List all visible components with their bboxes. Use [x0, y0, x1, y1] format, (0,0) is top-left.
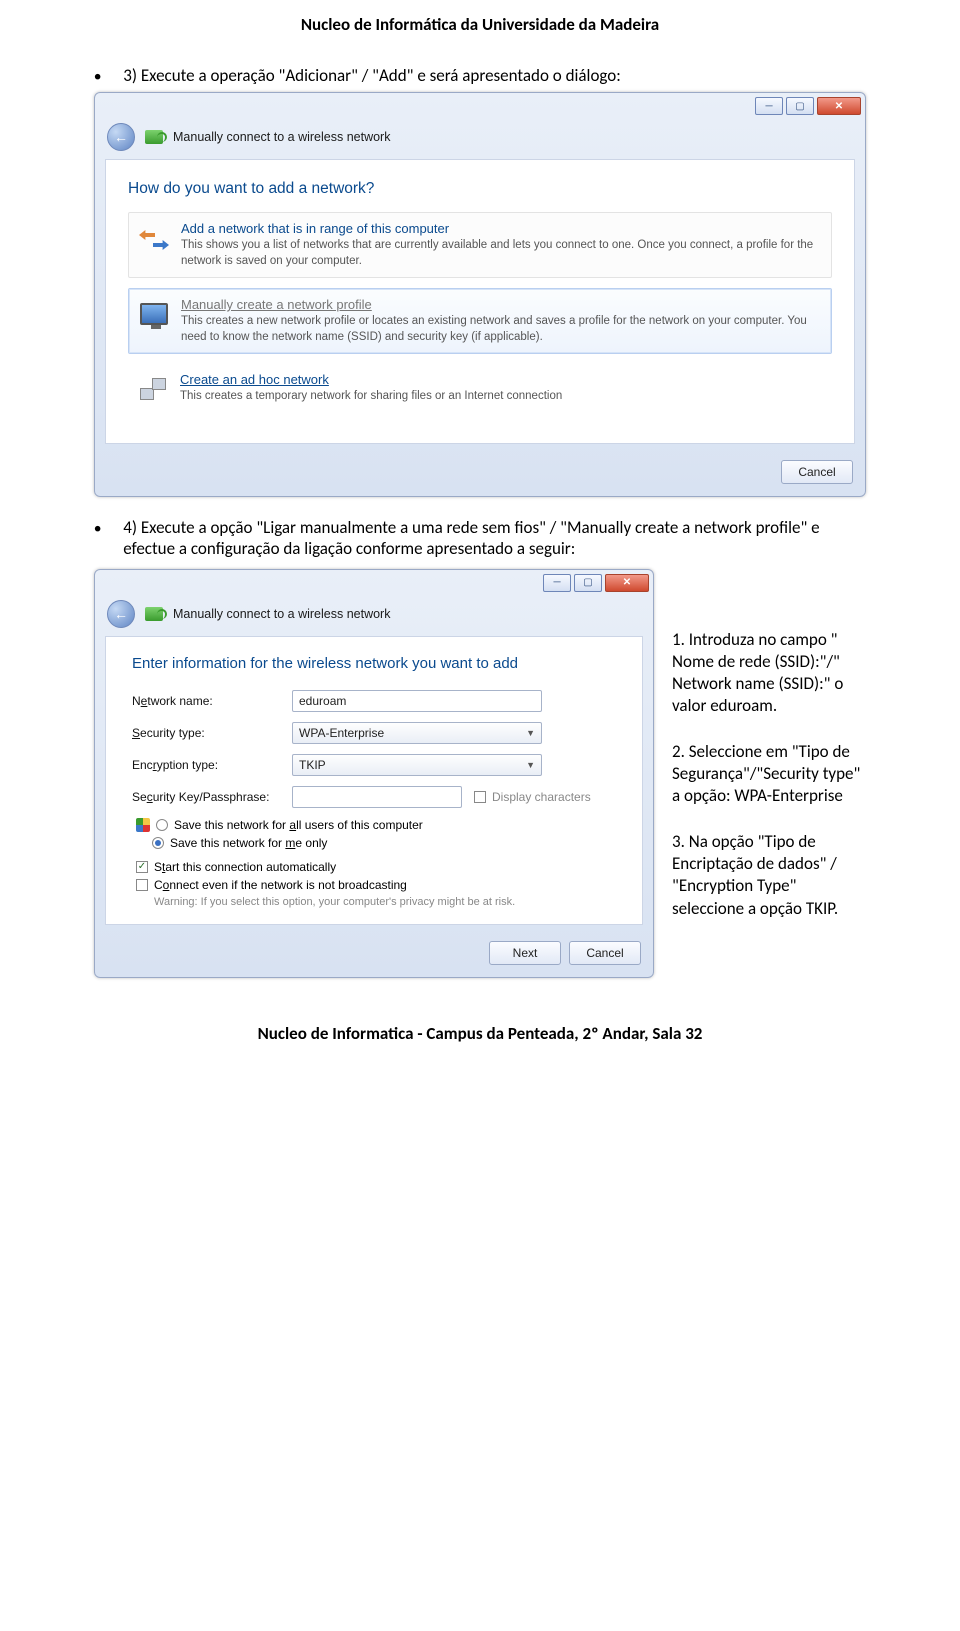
- close-button[interactable]: ✕: [605, 574, 649, 592]
- input-security-key[interactable]: [292, 786, 462, 808]
- label-encryption-type: Encryption type:: [132, 758, 292, 772]
- dialog-add-network: ─ ▢ ✕ ← Manually connect to a wireless n…: [94, 92, 866, 497]
- shell-header: ← Manually connect to a wireless network: [95, 119, 865, 159]
- cancel-button[interactable]: Cancel: [781, 460, 853, 484]
- radio-all-users[interactable]: [156, 819, 168, 831]
- bullet-icon: ●: [94, 522, 101, 536]
- label-all-users: Save this network for all users of this …: [174, 818, 423, 832]
- step4-line: ● 4) Execute a opção "Ligar manualmente …: [94, 517, 866, 559]
- option1-title: Add a network that is in range of this c…: [181, 221, 823, 236]
- instruction-notes: 1. Introduza no campo " Nome de rede (SS…: [672, 565, 866, 944]
- maximize-button[interactable]: ▢: [786, 97, 814, 115]
- dialog-heading: Enter information for the wireless netwo…: [132, 655, 616, 672]
- wireless-icon: [145, 607, 163, 621]
- note-1: 1. Introduza no campo " Nome de rede (SS…: [672, 629, 866, 717]
- wireless-icon: [145, 130, 163, 144]
- step3-text: 3) Execute a operação "Adicionar" / "Add…: [123, 65, 621, 86]
- shell-title: Manually connect to a wireless network: [173, 607, 390, 621]
- option-add-in-range[interactable]: Add a network that is in range of this c…: [128, 212, 832, 278]
- shell-title: Manually connect to a wireless network: [173, 130, 390, 144]
- step3-line: ● 3) Execute a operação "Adicionar" / "A…: [94, 65, 866, 86]
- minimize-button[interactable]: ─: [755, 97, 783, 115]
- chevron-down-icon: ▼: [526, 760, 535, 770]
- option-manual-profile[interactable]: Manually create a network profile This c…: [128, 288, 832, 354]
- option2-desc: This creates a new network profile or lo…: [181, 314, 823, 345]
- next-button[interactable]: Next: [489, 941, 561, 965]
- minimize-button[interactable]: ─: [543, 574, 571, 592]
- radio-me-only[interactable]: [152, 837, 164, 849]
- bullet-icon: ●: [94, 70, 101, 84]
- back-button[interactable]: ←: [107, 123, 135, 151]
- arrows-icon: [137, 221, 171, 255]
- cancel-button[interactable]: Cancel: [569, 941, 641, 965]
- button-row: Next Cancel: [95, 935, 653, 977]
- checkbox-display-chars[interactable]: [474, 791, 486, 803]
- label-connect-hidden: Connect even if the network is not broad…: [154, 878, 407, 892]
- select-encryption-type[interactable]: TKIP ▼: [292, 754, 542, 776]
- option1-desc: This shows you a list of networks that a…: [181, 238, 823, 269]
- chevron-down-icon: ▼: [526, 728, 535, 738]
- option-adhoc[interactable]: Create an ad hoc network This creates a …: [128, 364, 832, 413]
- dialog-enter-info: ─ ▢ ✕ ← Manually connect to a wireless n…: [94, 569, 654, 978]
- warning-text: Warning: If you select this option, your…: [154, 896, 616, 908]
- label-me-only: Save this network for me only: [170, 836, 327, 850]
- close-button[interactable]: ✕: [817, 97, 861, 115]
- titlebar: ─ ▢ ✕: [95, 570, 653, 596]
- shield-icon: [136, 818, 150, 832]
- label-security-type: Security type:: [132, 726, 292, 740]
- dialog-body: Enter information for the wireless netwo…: [105, 636, 643, 925]
- page-header: Nucleo de Informática da Universidade da…: [0, 0, 960, 45]
- select-value: TKIP: [299, 758, 326, 772]
- back-button[interactable]: ←: [107, 600, 135, 628]
- option3-desc: This creates a temporary network for sha…: [180, 389, 824, 405]
- option2-title: Manually create a network profile: [181, 297, 823, 312]
- button-row: Cancel: [95, 454, 865, 496]
- checkbox-connect-hidden[interactable]: [136, 879, 148, 891]
- checkbox-auto-connect[interactable]: [136, 861, 148, 873]
- monitor-icon: [137, 297, 171, 331]
- step4-text: 4) Execute a opção "Ligar manualmente a …: [123, 517, 866, 559]
- label-security-key: Security Key/Passphrase:: [132, 790, 292, 804]
- label-display-chars: Display characters: [492, 790, 591, 804]
- label-network-name: Network name:: [132, 694, 292, 708]
- page-footer: Nucleo de Informatica - Campus da Pentea…: [0, 1023, 960, 1044]
- titlebar: ─ ▢ ✕: [95, 93, 865, 119]
- maximize-button[interactable]: ▢: [574, 574, 602, 592]
- label-auto-connect: Start this connection automatically: [154, 860, 336, 874]
- adhoc-icon: [136, 372, 170, 406]
- note-2: 2. Seleccione em "Tipo de Segurança"/"Se…: [672, 741, 866, 807]
- input-network-name[interactable]: eduroam: [292, 690, 542, 712]
- shell-header: ← Manually connect to a wireless network: [95, 596, 653, 636]
- select-value: WPA-Enterprise: [299, 726, 384, 740]
- option3-title: Create an ad hoc network: [180, 372, 824, 387]
- dialog-heading: How do you want to add a network?: [128, 180, 832, 198]
- dialog-body: How do you want to add a network? Add a …: [105, 159, 855, 444]
- select-security-type[interactable]: WPA-Enterprise ▼: [292, 722, 542, 744]
- note-3: 3. Na opção "Tipo de Encriptação de dado…: [672, 831, 866, 919]
